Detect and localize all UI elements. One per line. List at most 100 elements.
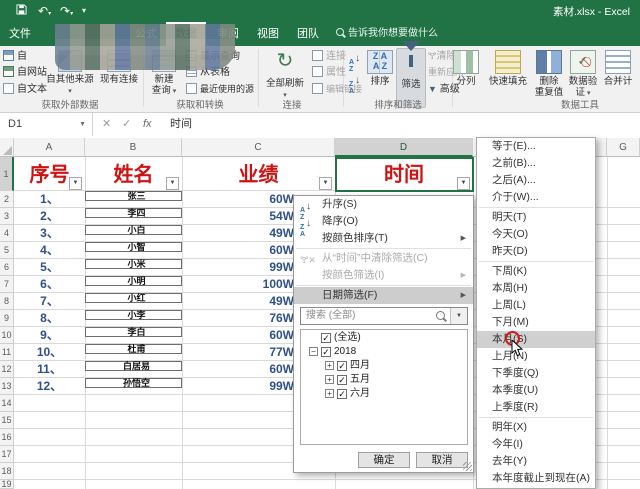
submenu-arrow-icon: ▶ (461, 230, 466, 247)
group-label-transform: 获取和转换 (150, 97, 250, 111)
menu-item-clear-filter[interactable]: 🝖✕ 从“时间”中清除筛选(C) (294, 250, 473, 267)
tab-file[interactable]: 文件 (0, 22, 40, 46)
date-filter-before[interactable]: 之前(B)... (477, 155, 595, 172)
tree-item-2018[interactable]: −✓2018 (309, 345, 467, 358)
clear-filter-icon: 🝖✕ (300, 252, 318, 265)
search-dropdown-icon[interactable]: ▼ (450, 308, 467, 324)
resize-grip[interactable] (463, 462, 472, 471)
date-filter-between[interactable]: 介于(W)... (477, 189, 595, 206)
tab-view[interactable]: 视图 (250, 22, 286, 46)
expand-icon[interactable]: + (325, 361, 334, 370)
checkbox-checked-icon: ✓ (337, 361, 347, 371)
group-label-sort-filter: 排序和筛选 (348, 97, 448, 111)
date-filter-equals[interactable]: 等于(E)... (477, 138, 595, 155)
filter-dropdown-perf[interactable]: ▼ (319, 177, 332, 190)
date-filter-this-quarter[interactable]: 本季度(U) (477, 382, 595, 399)
row-header[interactable]: 16 (0, 429, 14, 446)
date-filter-next-year[interactable]: 明年(X) (477, 419, 595, 436)
date-filter-last-quarter[interactable]: 上季度(R) (477, 399, 595, 416)
row-header[interactable]: 14 (0, 395, 14, 412)
column-header-d[interactable]: D (335, 138, 473, 157)
formula-bar: D1▼ ✕ ✓ fx 时间 (0, 113, 640, 138)
search-icon (336, 28, 344, 36)
filter-dropdown-num[interactable]: ▼ (69, 177, 82, 190)
menu-item-sort-descending[interactable]: ZA↓ 降序(O) (294, 213, 473, 230)
active-cell-border (335, 157, 474, 192)
from-access-button[interactable]: 自 (3, 49, 27, 64)
recent-sources-button[interactable]: 最近使用的源 (186, 82, 254, 97)
expand-icon[interactable]: + (325, 375, 334, 384)
filter-search-box[interactable]: 搜索 (全部) ▼ (300, 307, 468, 325)
column-header-g[interactable]: G (607, 138, 640, 157)
checkbox-checked-icon: ✓ (337, 375, 347, 385)
row-header[interactable]: 18 (0, 463, 14, 480)
column-header-a[interactable]: A (14, 138, 85, 157)
sort-asc-button[interactable]: AZ↓ (349, 51, 360, 66)
date-filter-tomorrow[interactable]: 明天(T) (477, 209, 595, 226)
row-header[interactable]: 19 (0, 480, 14, 489)
from-text-button[interactable]: 自文本 (3, 82, 47, 97)
undo-icon[interactable]: ↶▾ (38, 3, 51, 22)
expand-icon[interactable]: + (325, 389, 334, 398)
date-filter-today[interactable]: 今天(O) (477, 226, 595, 243)
date-filter-this-year[interactable]: 今年(I) (477, 436, 595, 453)
date-filter-this-week[interactable]: 本周(H) (477, 280, 595, 297)
date-filter-next-month[interactable]: 下月(M) (477, 314, 595, 331)
tree-item-may[interactable]: +✓五月 (325, 373, 467, 386)
tree-item-june[interactable]: +✓六月 (325, 387, 467, 400)
header-cell-perf[interactable]: 业绩 (182, 157, 335, 191)
name-box-dropdown-icon[interactable]: ▼ (79, 113, 86, 136)
group-label-external-data: 获取外部数据 (20, 97, 120, 111)
group-label-data-tools: 数据工具 (530, 97, 630, 111)
refresh-icon: ↻ (272, 50, 298, 76)
menu-item-sort-ascending[interactable]: AZ↓ 升序(S) (294, 196, 473, 213)
date-filter-last-year[interactable]: 去年(Y) (477, 453, 595, 470)
date-filter-next-quarter[interactable]: 下季度(Q) (477, 365, 595, 382)
column-header-c[interactable]: C (182, 138, 335, 157)
save-icon[interactable] (16, 3, 27, 19)
row-header[interactable]: 17 (0, 446, 14, 463)
text-to-columns-button[interactable]: 分列 (450, 48, 482, 108)
cancel-entry-icon[interactable]: ✕ (102, 113, 111, 136)
redo-icon[interactable]: ↷▾ (60, 3, 73, 22)
column-header-b[interactable]: B (85, 138, 182, 157)
tab-team[interactable]: 团队 (290, 22, 326, 46)
cancel-button[interactable]: 取消 (416, 452, 468, 468)
filter-dropdown-name[interactable]: ▼ (166, 177, 179, 190)
sort-desc-button[interactable]: ZA↓ (349, 73, 360, 88)
row-header[interactable]: 15 (0, 412, 14, 429)
date-filter-year-to-date[interactable]: 本年度截止到现在(A) (477, 470, 595, 487)
group-label-connections: 连接 (262, 97, 322, 111)
properties-button[interactable]: 属性 (312, 65, 346, 80)
date-filter-last-month[interactable]: 上月(N) (477, 348, 595, 365)
tell-me-search[interactable]: 告诉我你想要做什么 (336, 22, 438, 46)
ok-button[interactable]: 确定 (358, 452, 410, 468)
date-filters-submenu: 等于(E)... 之前(B)... 之后(A)... 介于(W)... 明天(T… (476, 137, 596, 489)
row-header-1[interactable]: 1 (0, 157, 14, 191)
from-web-button[interactable]: 自网站 (3, 65, 47, 80)
properties-icon (312, 66, 323, 77)
menu-item-sort-by-color[interactable]: 按颜色排序(T)▶ (294, 230, 473, 247)
enter-entry-icon[interactable]: ✓ (122, 113, 131, 136)
date-filter-last-week[interactable]: 上周(L) (477, 297, 595, 314)
date-filter-after[interactable]: 之后(A)... (477, 172, 595, 189)
filter-value-tree: ✓(全选) −✓2018 +✓四月 +✓五月 +✓六月 (300, 329, 468, 445)
connections-button[interactable]: 连接 (312, 49, 346, 64)
flash-fill-button[interactable]: 快速填充 (486, 48, 530, 108)
submenu-arrow-icon: ▶ (461, 287, 466, 304)
formula-bar-value[interactable]: 时间 (170, 113, 192, 136)
collapse-icon[interactable]: − (309, 347, 318, 356)
name-box[interactable]: D1▼ (0, 113, 93, 136)
date-filter-this-month[interactable]: 本月(S) (477, 331, 595, 348)
globe-icon (3, 66, 14, 77)
qat-customize-icon[interactable]: ▾ (82, 3, 86, 19)
date-filter-next-week[interactable]: 下周(K) (477, 263, 595, 280)
date-filter-yesterday[interactable]: 昨天(D) (477, 243, 595, 260)
tree-item-april[interactable]: +✓四月 (325, 359, 467, 372)
insert-function-icon[interactable]: fx (143, 113, 152, 136)
menu-item-filter-by-color[interactable]: 按颜色筛选(I)▶ (294, 267, 473, 284)
menu-item-date-filters[interactable]: 日期筛选(F)▶ (294, 287, 473, 304)
tree-item-select-all[interactable]: ✓(全选) (321, 331, 467, 344)
links-icon (312, 83, 323, 94)
select-all-corner[interactable] (0, 138, 14, 157)
